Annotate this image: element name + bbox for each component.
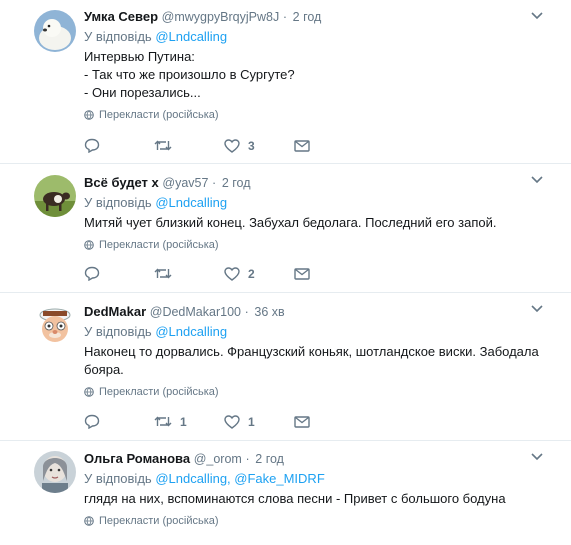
tweet-text-line: - Они порезались... <box>84 85 201 100</box>
retweet-icon <box>154 268 172 279</box>
tweet-text: Интервью Путина: - Так что же произошло … <box>84 48 551 102</box>
tweet[interactable]: Всё будет х @yav57 · 2 год У відповідь @… <box>0 164 571 293</box>
tweet-text-line: бояра. <box>84 362 124 377</box>
user-name[interactable]: Умка Север <box>84 9 158 24</box>
separator-dot: · <box>282 10 288 24</box>
tweet[interactable]: DedMakar @DedMakar100 · 36 хв У відповід… <box>0 293 571 441</box>
envelope-icon <box>294 415 310 428</box>
reply-prefix: У відповідь <box>84 195 152 210</box>
tweet-actions: 2 <box>84 266 364 281</box>
user-handle[interactable]: @_orom <box>194 452 242 466</box>
timestamp[interactable]: 2 год <box>222 176 251 190</box>
reply-icon <box>84 138 100 153</box>
tweet-header: Всё будет х @yav57 · 2 год <box>84 174 551 192</box>
separator-dot: · <box>245 452 250 466</box>
direct-message-button[interactable] <box>294 139 364 152</box>
retweet-button[interactable]: 1 <box>154 415 224 429</box>
retweet-count: 1 <box>180 414 187 429</box>
user-handle[interactable]: @yav57 <box>162 176 208 190</box>
envelope-icon <box>294 267 310 280</box>
reply-button[interactable] <box>84 138 154 153</box>
user-handle[interactable]: @DedMakar100 <box>150 305 241 319</box>
retweet-icon <box>154 416 172 427</box>
separator-dot: · <box>212 176 217 190</box>
reply-context: У відповідь @Lndcalling, @Fake_MIDRF <box>84 470 551 488</box>
timestamp[interactable]: 36 хв <box>254 305 284 319</box>
reply-prefix: У відповідь <box>84 29 152 44</box>
like-count: 3 <box>248 138 255 153</box>
translate-label: Перекласти (російська) <box>99 239 219 251</box>
retweet-icon <box>154 140 172 151</box>
translate-label: Перекласти (російська) <box>99 109 219 121</box>
translate-label: Перекласти (російська) <box>99 515 219 527</box>
reply-icon <box>84 266 100 281</box>
retweet-button[interactable] <box>154 267 224 280</box>
translate-link[interactable]: Перекласти (російська) <box>84 385 551 399</box>
direct-message-button[interactable] <box>294 415 364 428</box>
translate-link[interactable]: Перекласти (російська) <box>84 514 551 528</box>
tweet-text-line: Наконец то дорвались. Французский коньяк… <box>84 344 539 359</box>
reply-button[interactable] <box>84 414 154 429</box>
tweet-text-line: Митяй чует близкий конец. Забухал бедола… <box>84 215 497 230</box>
timestamp[interactable]: 2 год <box>293 10 322 24</box>
user-handle[interactable]: @mwygpyBrqyjPw8J <box>162 10 280 24</box>
tweet-text-line: - Так что же произошло в Сургуте? <box>84 67 295 82</box>
avatar[interactable] <box>34 10 76 52</box>
like-count: 1 <box>248 414 255 429</box>
reply-icon <box>84 414 100 429</box>
reply-prefix: У відповідь <box>84 471 152 486</box>
mention-link[interactable]: @Lndcalling, @Fake_MIDRF <box>155 471 324 486</box>
reply-button[interactable] <box>84 266 154 281</box>
like-button[interactable]: 1 <box>224 415 294 429</box>
globe-icon <box>84 240 94 250</box>
translate-label: Перекласти (російська) <box>99 386 219 398</box>
tweet-header: Умка Север @mwygpyBrqyjPw8J · 2 год <box>84 8 551 26</box>
translate-link[interactable]: Перекласти (російська) <box>84 238 551 252</box>
avatar[interactable] <box>34 175 76 217</box>
globe-icon <box>84 516 94 526</box>
user-name[interactable]: Всё будет х <box>84 175 159 190</box>
tweet-actions: 1 1 <box>84 414 364 429</box>
tweet-text: глядя на них, вспоминаются слова песни -… <box>84 490 551 508</box>
tweet-text: Митяй чует близкий конец. Забухал бедола… <box>84 214 551 232</box>
tweet-text-line: Интервью Путина: <box>84 49 195 64</box>
heart-icon <box>224 414 240 429</box>
user-name[interactable]: DedMakar <box>84 304 146 319</box>
mention-link[interactable]: @Lndcalling <box>155 324 227 339</box>
avatar[interactable] <box>34 451 76 493</box>
like-count: 2 <box>248 266 255 281</box>
timestamp[interactable]: 2 год <box>255 452 284 466</box>
tweet-header: Ольга Романова @_orom · 2 год <box>84 450 551 468</box>
like-button[interactable]: 3 <box>224 139 294 153</box>
tweet-header: DedMakar @DedMakar100 · 36 хв <box>84 303 551 321</box>
tweet[interactable]: Умка Север @mwygpyBrqyjPw8J · 2 год У ві… <box>0 0 571 164</box>
avatar[interactable] <box>34 304 76 346</box>
heart-icon <box>224 138 240 153</box>
reply-prefix: У відповідь <box>84 324 152 339</box>
retweet-button[interactable] <box>154 139 224 152</box>
mention-link[interactable]: @Lndcalling <box>155 195 227 210</box>
reply-context: У відповідь @Lndcalling <box>84 28 551 46</box>
like-button[interactable]: 2 <box>224 267 294 281</box>
mention-link[interactable]: @Lndcalling <box>155 29 227 44</box>
reply-context: У відповідь @Lndcalling <box>84 194 551 212</box>
direct-message-button[interactable] <box>294 267 364 280</box>
heart-icon <box>224 266 240 281</box>
envelope-icon <box>294 139 310 152</box>
separator-dot: · <box>244 305 249 319</box>
tweet-text: Наконец то дорвались. Французский коньяк… <box>84 343 551 379</box>
globe-icon <box>84 387 94 397</box>
translate-link[interactable]: Перекласти (російська) <box>84 108 551 122</box>
tweet-text-line: глядя на них, вспоминаются слова песни -… <box>84 491 506 506</box>
user-name[interactable]: Ольга Романова <box>84 451 190 466</box>
globe-icon <box>84 110 94 120</box>
tweet-actions: 3 <box>84 138 364 153</box>
tweet[interactable]: Ольга Романова @_orom · 2 год У відповід… <box>0 441 571 545</box>
reply-context: У відповідь @Lndcalling <box>84 323 551 341</box>
